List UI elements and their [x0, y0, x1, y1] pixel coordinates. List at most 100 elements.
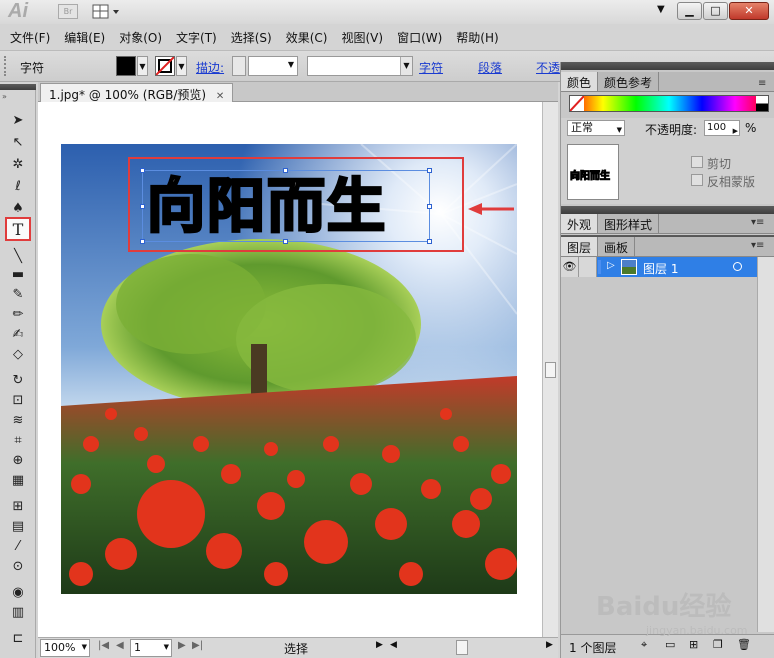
line-tool-icon[interactable]: ╲: [6, 246, 30, 266]
blend-tool-icon[interactable]: ⊙: [6, 556, 30, 576]
opacity-link[interactable]: 不透: [536, 59, 560, 76]
close-tab-icon[interactable]: ✕: [216, 91, 224, 102]
artwork-text[interactable]: 向阳而生: [146, 171, 427, 242]
resize-handle[interactable]: [140, 204, 145, 209]
type-tool-icon[interactable]: T: [5, 217, 31, 241]
color-panel-menu-icon[interactable]: ≡: [758, 78, 766, 89]
stroke-swatch[interactable]: [155, 56, 175, 76]
text-bounding-box[interactable]: 向阳而生: [140, 168, 432, 244]
stroke-dropdown-icon[interactable]: ▼: [176, 56, 187, 76]
document-canvas[interactable]: 向阳而生: [38, 102, 542, 637]
tab-graphic-styles[interactable]: 图形样式: [598, 214, 660, 233]
fill-swatch[interactable]: [116, 56, 136, 76]
rectangle-tool-icon[interactable]: ▬: [6, 264, 30, 284]
layers-scrollbar[interactable]: [757, 257, 774, 632]
new-layer-icon[interactable]: ❐: [713, 638, 723, 651]
resize-handle[interactable]: [427, 204, 432, 209]
zoom-dropdown-icon[interactable]: ▼: [82, 643, 87, 651]
column-graph-tool-icon[interactable]: ▥: [6, 602, 30, 622]
expand-triangle-icon[interactable]: ▷: [607, 260, 615, 271]
menu-file[interactable]: 文件(F): [3, 26, 57, 48]
character-link[interactable]: 字符: [419, 59, 443, 76]
magic-wand-tool-icon[interactable]: ✲: [6, 154, 30, 174]
free-transform-tool-icon[interactable]: ⌗: [6, 430, 30, 450]
layer-row[interactable]: 👁 ▷ 图层 1: [561, 257, 757, 277]
paragraph-link[interactable]: 段落: [478, 59, 502, 76]
blend-mode-select[interactable]: 正常 ▼: [567, 120, 625, 136]
resize-handle[interactable]: [427, 168, 432, 173]
mesh-tool-icon[interactable]: ⊞: [6, 496, 30, 516]
scroll-left-icon[interactable]: ◀: [390, 640, 397, 650]
none-swatch-icon[interactable]: [569, 95, 585, 112]
locate-object-icon[interactable]: ⌖: [641, 638, 647, 652]
opacity-dropdown-icon[interactable]: ▶: [733, 124, 738, 138]
appearance-menu-icon[interactable]: ▾≡: [751, 217, 764, 228]
color-spectrum-bar[interactable]: [569, 95, 769, 112]
new-sublayer-icon[interactable]: ⊞: [689, 638, 698, 651]
menu-view[interactable]: 视图(V): [334, 26, 390, 48]
clipping-mask-icon[interactable]: ▭: [665, 638, 675, 651]
rotate-tool-icon[interactable]: ↻: [6, 370, 30, 390]
resize-handle[interactable]: [140, 239, 145, 244]
workspace-dropdown-icon[interactable]: ▼: [657, 4, 665, 15]
menu-object[interactable]: 对象(O): [112, 26, 169, 48]
close-button[interactable]: ✕: [729, 2, 769, 20]
symbol-sprayer-tool-icon[interactable]: ◉: [6, 582, 30, 602]
page-field[interactable]: 1 ▼: [130, 639, 172, 657]
fill-dropdown-icon[interactable]: ▼: [137, 56, 148, 76]
scroll-right-icon[interactable]: ▶: [546, 640, 553, 650]
document-tab[interactable]: 1.jpg* @ 100% (RGB/预览) ✕: [40, 83, 234, 102]
menu-type[interactable]: 文字(T): [169, 26, 224, 48]
lasso-tool-icon[interactable]: ℓ: [6, 176, 30, 196]
hscroll-thumb[interactable]: [456, 640, 468, 655]
first-page-icon[interactable]: |◀: [98, 640, 109, 651]
tab-artboards[interactable]: 画板: [598, 237, 636, 256]
last-page-icon[interactable]: ▶|: [192, 640, 203, 651]
menu-select[interactable]: 选择(S): [224, 26, 279, 48]
stroke-weight-stepper[interactable]: [232, 56, 246, 76]
stroke-link[interactable]: 描边:: [196, 59, 224, 76]
selection-tool-icon[interactable]: ➤: [6, 110, 30, 130]
stroke-weight-field[interactable]: ▼: [248, 56, 298, 76]
minimize-button[interactable]: ▁: [677, 2, 702, 20]
resize-handle[interactable]: [140, 168, 145, 173]
visibility-eye-icon[interactable]: 👁: [561, 257, 579, 277]
clip-checkbox[interactable]: [691, 156, 703, 168]
scroll-thumb[interactable]: [545, 362, 556, 378]
arrange-documents-button[interactable]: [91, 3, 123, 20]
bridge-button[interactable]: Br: [58, 4, 78, 19]
stroke-weight-dropdown-icon[interactable]: ▼: [288, 60, 294, 69]
next-page-icon[interactable]: ▶: [178, 640, 186, 651]
menu-help[interactable]: 帮助(H): [449, 26, 505, 48]
layers-menu-icon[interactable]: ▾≡: [751, 240, 764, 251]
warp-tool-icon[interactable]: ≋: [6, 410, 30, 430]
pencil-tool-icon[interactable]: ✏: [6, 304, 30, 324]
menu-window[interactable]: 窗口(W): [390, 26, 449, 48]
restore-button[interactable]: □: [703, 2, 728, 20]
shape-builder-tool-icon[interactable]: ⊕: [6, 450, 30, 470]
font-family-field[interactable]: ▼: [307, 56, 413, 76]
scale-tool-icon[interactable]: ⊡: [6, 390, 30, 410]
target-circle-icon[interactable]: [733, 262, 742, 271]
prev-page-icon[interactable]: ◀: [116, 640, 124, 651]
menu-effect[interactable]: 效果(C): [279, 26, 335, 48]
vertical-scrollbar[interactable]: [542, 102, 558, 637]
zoom-field[interactable]: 100% ▼: [40, 639, 90, 657]
tab-layers[interactable]: 图层: [561, 237, 599, 256]
direct-selection-tool-icon[interactable]: ↖: [6, 132, 30, 152]
graph-tool-icon[interactable]: ▦: [6, 470, 30, 490]
page-dropdown-icon[interactable]: ▼: [164, 643, 169, 651]
delete-layer-icon[interactable]: 🗑: [737, 638, 751, 651]
font-dropdown-icon[interactable]: ▼: [400, 57, 412, 75]
status-menu-icon[interactable]: ▶: [376, 640, 383, 650]
opacity-field[interactable]: 100 ▶: [704, 120, 740, 136]
tab-appearance[interactable]: 外观: [561, 214, 599, 233]
tab-color-guide[interactable]: 颜色参考: [598, 72, 660, 91]
eyedropper-tool-icon[interactable]: ⁄: [6, 536, 30, 556]
resize-handle[interactable]: [427, 239, 432, 244]
lock-toggle[interactable]: [579, 257, 597, 277]
artboard-tool-icon[interactable]: ⊏: [6, 628, 30, 648]
paintbrush-tool-icon[interactable]: ✎: [6, 284, 30, 304]
blend-mode-dropdown-icon[interactable]: ▼: [617, 123, 622, 137]
menu-edit[interactable]: 编辑(E): [57, 26, 112, 48]
